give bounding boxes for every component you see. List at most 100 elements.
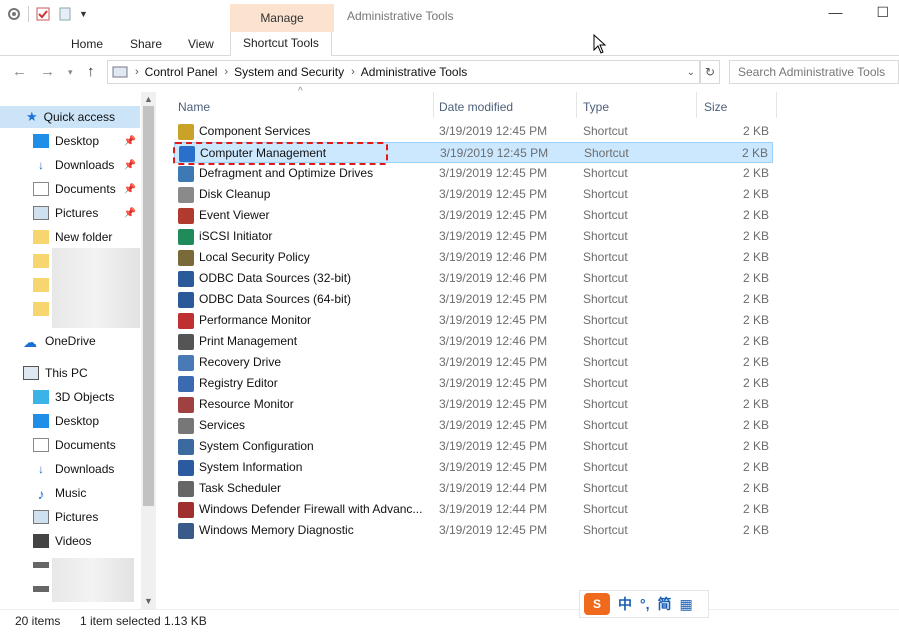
file-row[interactable]: Disk Cleanup 3/19/2019 12:45 PM Shortcut 2 … [174, 184, 773, 205]
nav-pc-documents[interactable]: Documents [0, 434, 140, 456]
nav-desktop[interactable]: Desktop 📌 [0, 130, 140, 152]
tab-home[interactable]: Home [71, 37, 103, 51]
forward-arrow-icon[interactable]: → [40, 63, 55, 80]
refresh-icon[interactable]: ↻ [700, 60, 720, 84]
desktop-icon [33, 414, 49, 428]
file-row[interactable]: Resource Monitor 3/19/2019 12:45 PM Shortc… [174, 394, 773, 415]
column-divider[interactable] [433, 92, 434, 118]
properties-icon[interactable] [6, 6, 22, 22]
pin-icon[interactable]: 📌 [124, 184, 136, 195]
file-row[interactable]: Registry Editor 3/19/2019 12:45 PM Shortcu… [174, 373, 773, 394]
shortcut-icon [178, 502, 194, 518]
file-row[interactable]: iSCSI Initiator 3/19/2019 12:45 PM Shortcu… [174, 226, 773, 247]
ime-punctuation[interactable]: °, [640, 596, 650, 612]
nav-scrollbar-thumb[interactable] [143, 106, 154, 506]
file-row[interactable]: Recovery Drive 3/19/2019 12:45 PM Shortcut… [174, 352, 773, 373]
qat-dropdown-icon[interactable]: ▼ [79, 9, 88, 19]
file-row[interactable]: Task Scheduler 3/19/2019 12:44 PM Shortcut… [174, 478, 773, 499]
nav-documents[interactable]: Documents 📌 [0, 178, 140, 200]
shortcut-icon [178, 481, 194, 497]
column-divider[interactable] [576, 92, 577, 118]
column-header-type[interactable]: Type [583, 96, 609, 118]
file-row[interactable]: Windows Defender Firewall with Advanc...… [174, 499, 773, 520]
file-row[interactable]: Performance Monitor 3/19/2019 12:45 PM Sho… [174, 310, 773, 331]
new-folder-icon[interactable] [57, 6, 73, 22]
computer-icon [23, 366, 39, 380]
file-date: 3/19/2019 12:45 PM [440, 146, 549, 160]
file-date: 3/19/2019 12:45 PM [439, 187, 548, 201]
file-row[interactable]: Services 3/19/2019 12:45 PM Shortcut 2 KB [174, 415, 773, 436]
nav-videos[interactable]: Videos [0, 530, 140, 552]
column-header-name[interactable]: Name [178, 96, 210, 118]
nav-pc-pictures[interactable]: Pictures [0, 506, 140, 528]
file-row[interactable]: System Configuration 3/19/2019 12:45 PM Sh… [174, 436, 773, 457]
file-row[interactable]: Print Management 3/19/2019 12:46 PM Shortc… [174, 331, 773, 352]
nav-new-folder[interactable]: New folder [0, 226, 140, 248]
breadcrumb-control-panel[interactable]: Control Panel [145, 65, 218, 79]
selection-info: 1 item selected 1.13 KB [80, 614, 207, 628]
pin-icon[interactable]: 📌 [124, 160, 136, 171]
file-row[interactable]: Event Viewer 3/19/2019 12:45 PM Shortcut 2 … [174, 205, 773, 226]
nav-pictures[interactable]: Pictures 📌 [0, 202, 140, 224]
ime-toolbar[interactable]: S 中 °, 简 ▦ [579, 590, 709, 618]
nav-label: Desktop [55, 414, 100, 428]
checklist-icon[interactable] [35, 6, 51, 22]
file-type: Shortcut [583, 166, 628, 180]
ime-logo-icon[interactable]: S [584, 593, 610, 615]
file-size: 2 KB [742, 166, 769, 180]
breadcrumb-chevron-icon[interactable]: › [135, 66, 139, 78]
pin-icon[interactable]: 📌 [124, 136, 136, 147]
file-name: System Information [199, 460, 303, 474]
nav-onedrive[interactable]: ☁ OneDrive [0, 330, 140, 352]
up-arrow-icon[interactable]: ↑ [87, 63, 95, 80]
scroll-down-icon[interactable]: ▼ [144, 596, 153, 606]
search-input[interactable]: Search Administrative Tools [729, 60, 899, 84]
file-row[interactable]: System Information 3/19/2019 12:45 PM Shor… [174, 457, 773, 478]
breadcrumb-chevron-icon[interactable]: › [351, 66, 355, 78]
folder-icon [33, 278, 49, 292]
manage-tab[interactable]: Manage [230, 4, 334, 32]
nav-pc-downloads[interactable]: ↓ Downloads [0, 458, 140, 480]
column-header-date[interactable]: Date modified [439, 96, 513, 118]
breadcrumb-chevron-icon[interactable]: › [224, 66, 228, 78]
column-divider[interactable] [776, 92, 777, 118]
tab-share[interactable]: Share [130, 37, 162, 51]
nav-music[interactable]: ♪ Music [0, 482, 140, 504]
maximize-button[interactable]: ☐ [876, 4, 889, 21]
pictures-icon [33, 206, 49, 220]
minimize-button[interactable]: — [828, 4, 842, 21]
scroll-up-icon[interactable]: ▲ [144, 94, 153, 104]
ime-simplified[interactable]: 简 [658, 594, 672, 614]
file-row[interactable]: Defragment and Optimize Drives 3/19/2019 … [174, 163, 773, 184]
nav-3d-objects[interactable]: 3D Objects [0, 386, 140, 408]
blurred-region [52, 248, 140, 328]
file-row[interactable]: ODBC Data Sources (64-bit) 3/19/2019 12:4… [174, 289, 773, 310]
nav-this-pc[interactable]: This PC [0, 362, 140, 384]
file-row[interactable]: ODBC Data Sources (32-bit) 3/19/2019 12:4… [174, 268, 773, 289]
nav-quick-access[interactable]: ★ Quick access [0, 106, 140, 128]
file-row[interactable]: Windows Memory Diagnostic 3/19/2019 12:45… [174, 520, 773, 541]
file-row[interactable]: Local Security Policy 3/19/2019 12:46 PM S… [174, 247, 773, 268]
pin-icon[interactable]: 📌 [124, 208, 136, 219]
ime-mode-chinese[interactable]: 中 [618, 594, 632, 614]
nav-pc-desktop[interactable]: Desktop [0, 410, 140, 432]
recent-locations-icon[interactable]: ▾ [68, 67, 73, 78]
file-date: 3/19/2019 12:45 PM [439, 124, 548, 138]
address-dropdown-icon[interactable]: ⌄ [687, 67, 695, 78]
breadcrumb-admin-tools[interactable]: Administrative Tools [361, 65, 468, 79]
back-arrow-icon[interactable]: ← [12, 63, 27, 80]
file-type: Shortcut [583, 124, 628, 138]
file-type: Shortcut [583, 376, 628, 390]
column-divider[interactable] [696, 92, 697, 118]
column-header-size[interactable]: Size [704, 96, 727, 118]
file-row[interactable]: Component Services 3/19/2019 12:45 PM Shor… [174, 121, 773, 142]
tab-shortcut-tools[interactable]: Shortcut Tools [230, 32, 332, 56]
nav-label: 3D Objects [55, 390, 115, 404]
tab-view[interactable]: View [188, 37, 214, 51]
address-bar[interactable]: › Control Panel › System and Security › … [107, 60, 700, 84]
breadcrumb-system-security[interactable]: System and Security [234, 65, 344, 79]
nav-downloads[interactable]: ↓ Downloads 📌 [0, 154, 140, 176]
pictures-icon [33, 510, 49, 524]
file-size: 2 KB [742, 523, 769, 537]
ime-grid-icon[interactable]: ▦ [680, 596, 693, 613]
